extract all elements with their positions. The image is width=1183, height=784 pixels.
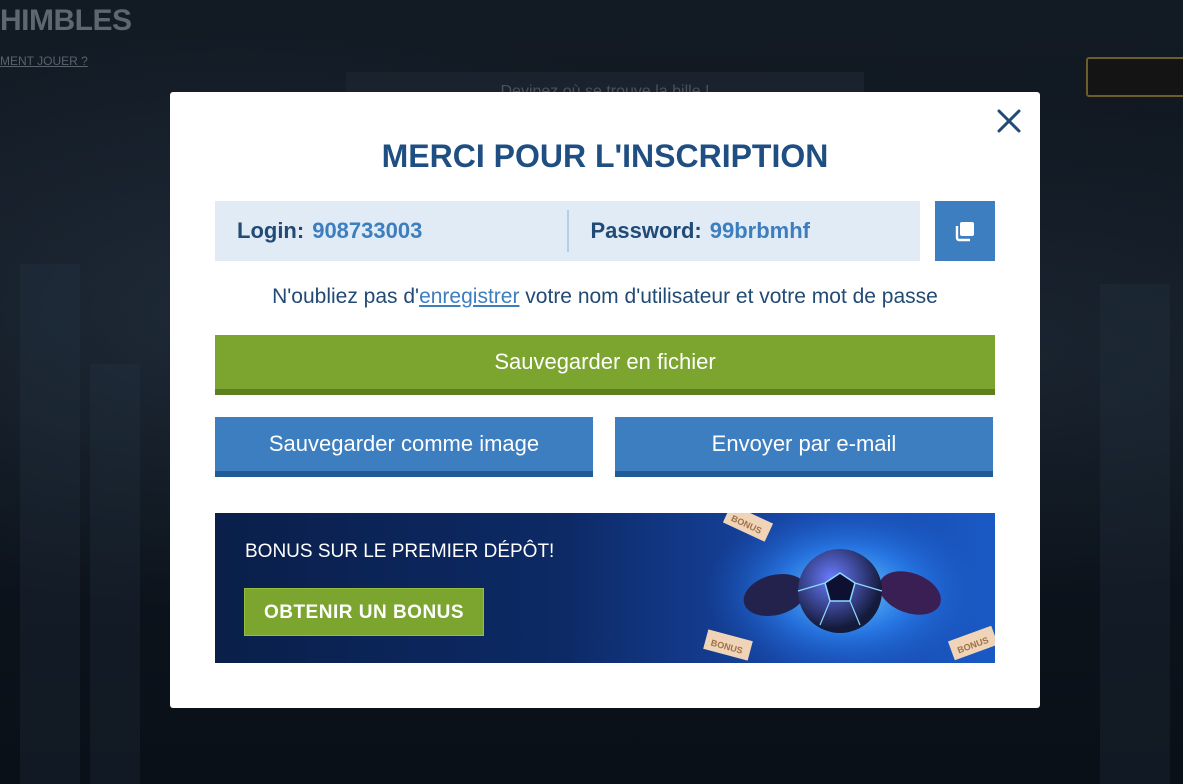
credentials-box: Login: 908733003 Password: 99brbmhf [215, 201, 920, 261]
get-bonus-button[interactable]: OBTENIR UN BONUS [244, 588, 484, 636]
bonus-banner-text: BONUS SUR LE PREMIER DÉPÔT! [245, 541, 555, 562]
reminder-text-start: N'oubliez pas d' [272, 285, 420, 308]
close-icon [997, 109, 1021, 133]
copy-icon [955, 222, 974, 242]
send-by-email-button[interactable]: Envoyer par e-mail [615, 417, 993, 477]
login-label: Login: [237, 218, 305, 243]
login-value: 908733003 [312, 218, 423, 243]
save-link[interactable]: enregistrer [419, 285, 519, 308]
background-building [90, 364, 140, 784]
copy-credentials-button[interactable] [935, 201, 995, 261]
modal-title: MERCI POUR L'INSCRIPTION [381, 138, 829, 174]
password-field: Password: 99brbmhf [569, 218, 921, 244]
save-to-file-button[interactable]: Sauvegarder en fichier [215, 335, 995, 395]
reminder-text-end: votre nom d'utilisateur et votre mot de … [519, 285, 938, 308]
soccer-ball-illustration: BONUS BONUS BONUS [703, 513, 995, 663]
first-deposit-bonus-banner[interactable]: BONUS SUR LE PREMIER DÉPÔT! OBTENIR UN B… [215, 513, 995, 663]
password-label: Password: [590, 218, 702, 243]
background-gold-button[interactable] [1086, 57, 1183, 97]
login-field: Login: 908733003 [215, 218, 567, 244]
background-building [1100, 284, 1170, 784]
close-button[interactable] [994, 106, 1024, 136]
how-to-play-link[interactable]: MENT JOUER ? [0, 54, 88, 68]
save-reminder-text: N'oubliez pas d'enregistrer votre nom d'… [170, 285, 1040, 309]
game-title: HIMBLES [0, 4, 132, 37]
registration-success-modal: MERCI POUR L'INSCRIPTION Login: 90873300… [170, 92, 1040, 708]
background-building [20, 264, 80, 784]
password-value: 99brbmhf [709, 218, 811, 243]
save-as-image-button[interactable]: Sauvegarder comme image [215, 417, 593, 477]
